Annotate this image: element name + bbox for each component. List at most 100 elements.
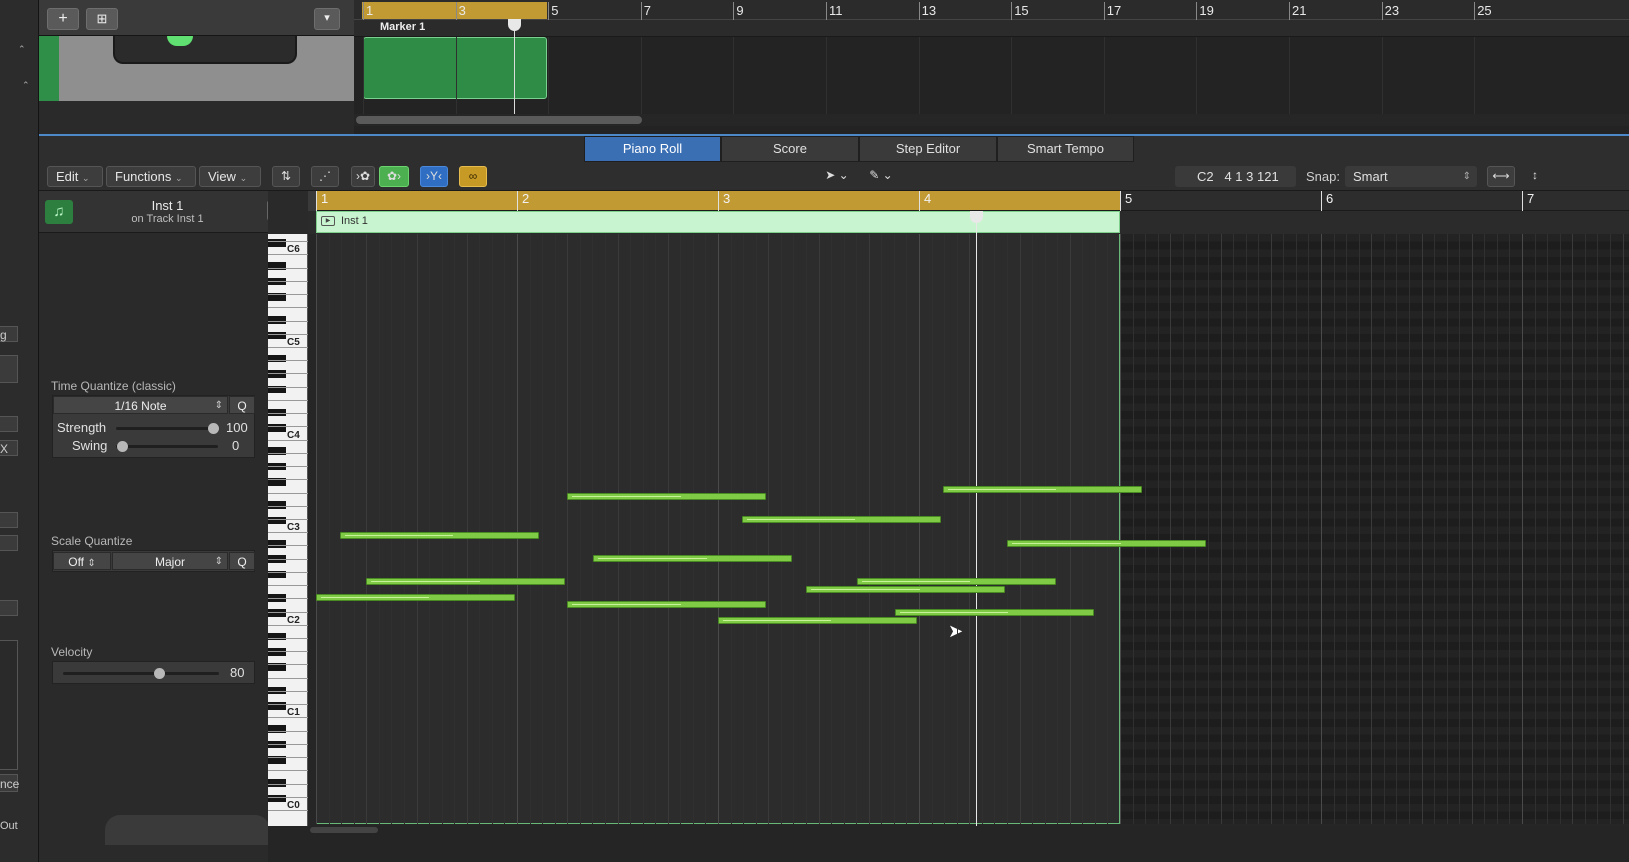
grid-line	[467, 234, 468, 824]
piano-roll-ruler-number: 7	[1527, 191, 1535, 206]
black-key[interactable]	[268, 632, 286, 641]
strip-control[interactable]: g	[0, 326, 18, 342]
marker-track[interactable]	[354, 20, 1629, 37]
chevron-down-icon: ⌄	[82, 173, 90, 183]
black-key[interactable]	[268, 701, 286, 710]
strip-control[interactable]	[0, 512, 18, 528]
strip-control[interactable]	[0, 535, 18, 551]
black-key[interactable]	[268, 539, 286, 548]
playhead-line[interactable]	[976, 212, 977, 826]
black-key[interactable]	[268, 424, 286, 432]
marker-label[interactable]: Marker 1	[380, 21, 425, 33]
midi-note[interactable]	[366, 578, 566, 586]
black-key[interactable]	[268, 238, 286, 247]
black-key[interactable]	[268, 262, 286, 270]
midi-note[interactable]	[567, 493, 767, 501]
automation-icon[interactable]: ⋰	[311, 166, 339, 187]
edit-menu[interactable]: Edit ⌄	[47, 166, 103, 187]
inspector	[39, 191, 268, 862]
black-key[interactable]	[268, 794, 286, 803]
collapse-icon[interactable]: ⇅	[272, 166, 300, 187]
functions-menu[interactable]: Functions ⌄	[106, 166, 196, 187]
cycle-region[interactable]	[362, 2, 547, 19]
velocity-slider-knob[interactable]	[154, 668, 165, 679]
region-name: Inst 1	[341, 215, 368, 227]
quantize-select[interactable]: 1/16 Note ⇕	[53, 396, 228, 414]
key-divider	[268, 598, 308, 600]
strength-slider[interactable]	[116, 427, 218, 430]
midi-note[interactable]	[593, 555, 793, 563]
key-divider	[268, 743, 308, 745]
midi-note[interactable]	[856, 578, 1056, 586]
midi-note[interactable]	[316, 593, 515, 601]
black-key[interactable]	[268, 354, 286, 363]
key-divider	[268, 452, 308, 454]
scale-root-select[interactable]: Off ⇕	[53, 552, 111, 570]
midi-note[interactable]	[340, 531, 540, 539]
grid-line	[705, 234, 706, 824]
tab-piano-roll[interactable]: Piano Roll	[584, 136, 721, 162]
tracks-scroll-thumb[interactable]	[356, 116, 642, 124]
midi-note[interactable]	[894, 609, 1094, 617]
outside-region-area[interactable]	[1121, 234, 1629, 824]
grid-line	[1170, 234, 1171, 824]
midi-note[interactable]	[567, 601, 767, 609]
strip-control[interactable]	[0, 355, 18, 383]
track-header-inst1[interactable]	[39, 36, 354, 101]
swing-slider[interactable]	[116, 445, 218, 448]
pointer-tool-icon[interactable]: ➤ ⌄	[818, 166, 856, 187]
black-key[interactable]	[268, 609, 286, 618]
ruler-number: 13	[921, 3, 937, 18]
tab-smart-tempo[interactable]: Smart Tempo	[997, 136, 1134, 162]
pencil-tool-icon[interactable]: ✎ ⌄	[861, 166, 901, 187]
scale-q-button[interactable]: Q	[229, 552, 255, 570]
velocity-slider[interactable]	[63, 672, 219, 675]
black-key[interactable]	[268, 516, 286, 525]
black-key[interactable]	[268, 447, 286, 456]
add-track-button[interactable]: +	[47, 8, 79, 30]
strength-slider-knob[interactable]	[208, 423, 219, 434]
catch-playhead-icon[interactable]: ›Y‹	[420, 166, 448, 187]
duplicate-track-button[interactable]: ⊞	[86, 8, 118, 30]
midi-note[interactable]	[742, 516, 942, 524]
strip-control[interactable]: X	[0, 440, 18, 456]
black-key[interactable]	[268, 331, 286, 340]
tab-score[interactable]: Score	[721, 136, 859, 162]
midi-note[interactable]	[718, 616, 917, 624]
chevron-updown-icon[interactable]: ⌃	[22, 80, 30, 91]
midi-in-icon[interactable]: ›✿	[351, 166, 375, 187]
tab-step-editor[interactable]: Step Editor	[859, 136, 997, 162]
strip-control[interactable]	[0, 600, 18, 616]
grid-line	[869, 234, 870, 824]
midi-note[interactable]	[806, 585, 1006, 593]
updown-arrows-icon: ⇕	[214, 400, 223, 411]
grid-line	[640, 37, 642, 114]
midi-note[interactable]	[1007, 539, 1207, 547]
scale-type-select[interactable]: Major ⇕	[112, 552, 228, 570]
zoom-vertical-icon[interactable]: ↕	[1522, 166, 1548, 187]
strip-control[interactable]: nce	[0, 774, 19, 792]
grid-line	[580, 234, 581, 824]
view-menu[interactable]: View ⌄	[199, 166, 261, 187]
playhead[interactable]	[514, 20, 515, 114]
ruler-tick	[548, 2, 550, 20]
region-bar[interactable]	[316, 211, 1120, 233]
strip-control[interactable]	[0, 416, 18, 432]
black-key[interactable]	[268, 725, 286, 733]
ruler-left-cap	[308, 191, 316, 211]
chevron-updown-icon[interactable]: ⌃	[18, 44, 26, 55]
snap-select[interactable]: Smart ⇕	[1345, 166, 1477, 187]
key-divider	[268, 730, 308, 732]
midi-note[interactable]	[943, 485, 1143, 493]
swing-slider-knob[interactable]	[117, 441, 128, 452]
knob-icon[interactable]	[167, 36, 193, 46]
zoom-horizontal-icon[interactable]: ⟷	[1487, 166, 1515, 187]
link-icon[interactable]: ∞	[459, 166, 487, 187]
track-menu-button[interactable]: ▾	[314, 8, 340, 30]
grid-line	[668, 234, 669, 824]
play-region-icon[interactable]: ▶	[321, 216, 335, 226]
midi-out-icon[interactable]: ✿›	[379, 166, 409, 187]
key-label: C5	[287, 337, 300, 348]
editor-scroll-thumb[interactable]	[310, 827, 378, 833]
quantize-q-button[interactable]: Q	[229, 396, 255, 414]
